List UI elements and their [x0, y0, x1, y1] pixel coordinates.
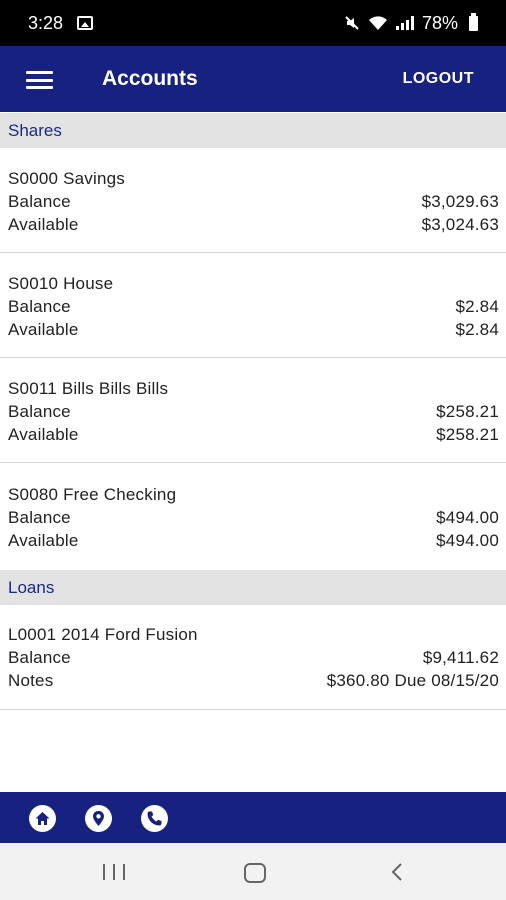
status-bar: 3:28 78% — [0, 0, 506, 46]
notes-label: Notes — [8, 671, 54, 690]
balance-label: Balance — [8, 508, 71, 527]
phone-icon[interactable] — [141, 805, 168, 832]
balance-label: Balance — [8, 192, 71, 211]
back-icon[interactable] — [388, 862, 406, 882]
section-header-shares: Shares — [0, 113, 506, 148]
account-name: S0011 Bills Bills Bills — [8, 379, 169, 398]
wifi-icon — [368, 16, 387, 30]
account-item[interactable]: S0000 Savings Balance $3,029.63 Available… — [0, 148, 506, 253]
balance-row: Balance $3,029.63 — [8, 192, 499, 212]
available-label: Available — [8, 320, 79, 339]
available-row: Available $494.00 — [8, 531, 499, 551]
hamburger-menu-icon[interactable] — [26, 71, 53, 89]
balance-row: Balance $258.21 — [8, 402, 499, 422]
balance-value: $494.00 — [436, 508, 499, 527]
account-item[interactable]: S0080 Free Checking Balance $494.00 Avail… — [0, 464, 506, 570]
balance-label: Balance — [8, 402, 71, 421]
account-item[interactable]: S0010 House Balance $2.84 Available $2.84 — [0, 253, 506, 358]
location-pin-icon[interactable] — [85, 805, 112, 832]
balance-row: Balance $2.84 — [8, 297, 499, 317]
available-label: Available — [8, 531, 79, 550]
account-name: S0000 Savings — [8, 169, 125, 188]
notes-row: Notes $360.80 Due 08/15/20 — [8, 671, 499, 691]
balance-label: Balance — [8, 648, 71, 667]
available-row: Available $3,024.63 — [8, 215, 499, 235]
notes-value: $360.80 Due 08/15/20 — [326, 671, 499, 690]
balance-value: $2.84 — [455, 297, 499, 316]
balance-row: Balance $494.00 — [8, 508, 499, 528]
signal-icon — [395, 16, 414, 30]
status-time: 3:28 — [28, 12, 64, 33]
system-nav-bar — [0, 843, 506, 900]
available-value: $494.00 — [436, 531, 499, 550]
gallery-notification-icon — [77, 16, 94, 30]
home-button-icon[interactable] — [244, 863, 266, 883]
available-label: Available — [8, 215, 79, 234]
balance-row: Balance $9,411.62 — [8, 648, 499, 668]
loan-name: L0001 2014 Ford Fusion — [8, 625, 198, 644]
balance-label: Balance — [8, 297, 71, 316]
balance-value: $9,411.62 — [422, 648, 499, 667]
loan-item[interactable]: L0001 2014 Ford Fusion Balance $9,411.62 … — [0, 605, 506, 710]
available-value: $258.21 — [436, 425, 499, 444]
battery-icon — [469, 12, 478, 31]
status-icons: 78% — [344, 12, 478, 34]
logout-button[interactable]: LOGOUT — [403, 70, 474, 88]
mute-icon — [345, 16, 359, 30]
available-row: Available $258.21 — [8, 425, 499, 445]
section-header-loans: Loans — [0, 570, 506, 605]
account-name: S0010 House — [8, 274, 114, 293]
available-row: Available $2.84 — [8, 320, 499, 340]
available-value: $2.84 — [455, 320, 499, 339]
balance-value: $258.21 — [436, 402, 499, 421]
app-bar: Accounts LOGOUT — [0, 46, 506, 112]
available-label: Available — [8, 425, 79, 444]
balance-value: $3,029.63 — [421, 192, 499, 211]
available-value: $3,024.63 — [421, 215, 499, 234]
account-item[interactable]: S0011 Bills Bills Bills Balance $258.21 A… — [0, 358, 506, 463]
bottom-action-bar — [0, 792, 506, 843]
recents-icon[interactable] — [103, 864, 125, 880]
battery-percent: 78% — [421, 12, 458, 33]
page-title: Accounts — [102, 67, 198, 90]
account-name: S0080 Free Checking — [8, 485, 177, 504]
home-icon[interactable] — [29, 805, 56, 832]
